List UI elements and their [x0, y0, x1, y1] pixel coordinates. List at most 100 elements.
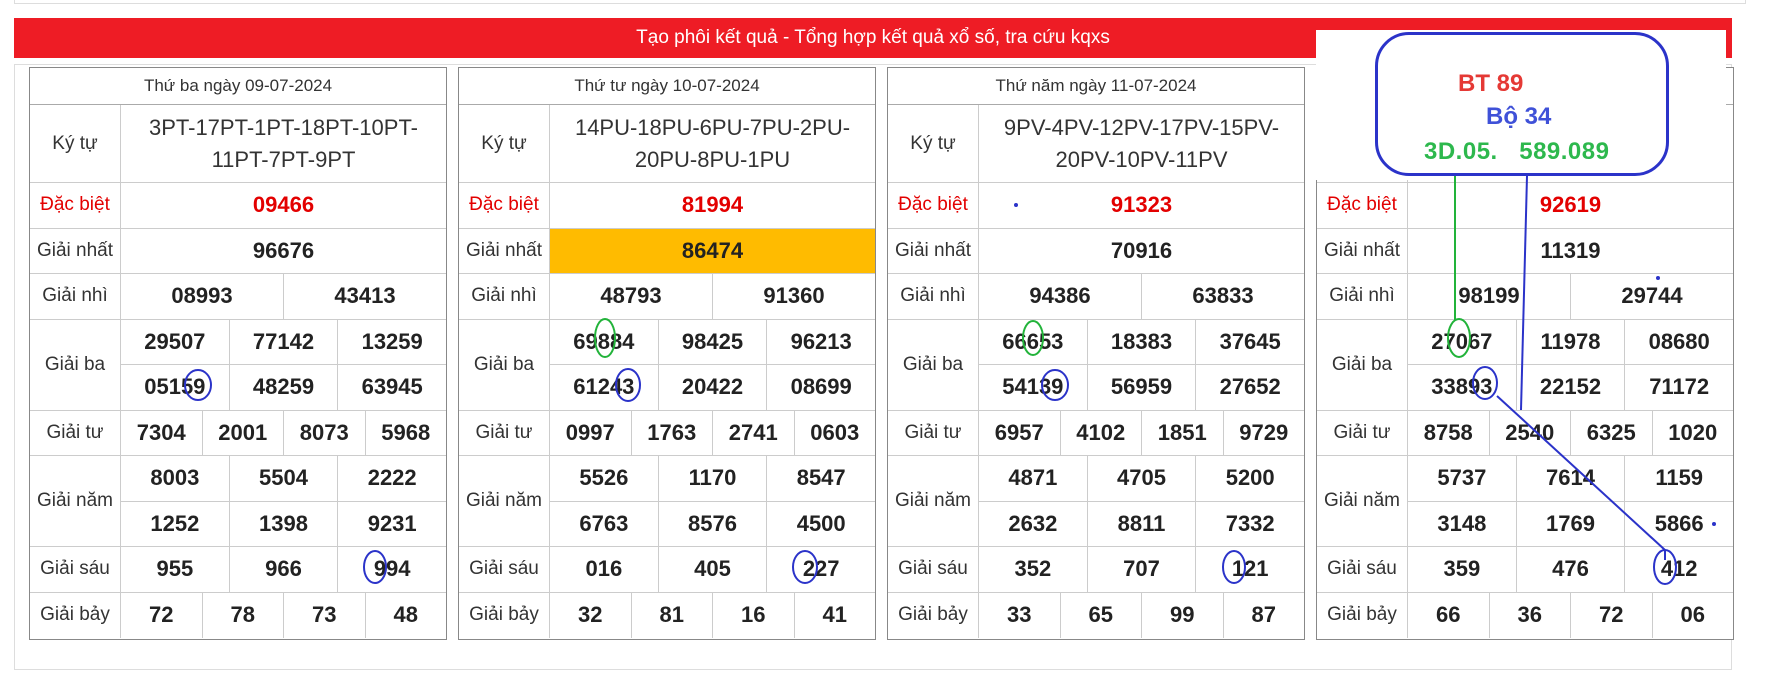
- row-third: Giải ba 69884 98425 96213 61243 20422 08699: [459, 319, 875, 411]
- first-prize: 96676: [252, 237, 315, 263]
- prize-number: 61243: [550, 365, 659, 410]
- label-special: Đặc biệt: [888, 183, 979, 228]
- label-sixth: Giải sáu: [888, 547, 979, 592]
- prize-number: 13259: [361, 328, 423, 354]
- special-prize: 09466: [252, 192, 315, 218]
- prize-number: 29507: [121, 319, 230, 364]
- label-kytu: Ký tự: [30, 105, 121, 182]
- label-third: Giải ba: [888, 319, 979, 410]
- prize-number: 955: [121, 547, 230, 592]
- label-seventh: Giải bảy: [888, 592, 979, 638]
- prize-number: 06: [1680, 602, 1705, 628]
- row-third: Giải ba 66653 18383 37645 54139 56959 27652: [888, 319, 1304, 411]
- prize-number: 16: [713, 592, 795, 638]
- note-line-1: BT 89: [1458, 70, 1524, 97]
- prize-number: 05159: [121, 365, 230, 410]
- prize-number: 41: [822, 602, 847, 628]
- label-fourth: Giải tư: [30, 410, 121, 455]
- prize-number: 5504: [230, 456, 339, 501]
- prize-number: 5526: [550, 456, 659, 501]
- row-sixth: Giải sáu 352 707 121: [888, 547, 1304, 593]
- prize-number: 36: [1490, 592, 1571, 638]
- row-first: Giải nhất 70916: [888, 228, 1304, 274]
- label-special: Đặc biệt: [459, 183, 550, 228]
- row-kytu: Ký tự 3PT-17PT-1PT-18PT-10PT-11PT-7PT-9P…: [30, 105, 446, 183]
- label-first: Giải nhất: [30, 228, 121, 273]
- prize-number: 66: [1408, 592, 1490, 638]
- result-table-day-2: Thứ tư ngày 10-07-2024 Ký tự 14PU-18PU-6…: [458, 67, 876, 640]
- label-kytu: Ký tự: [459, 105, 550, 182]
- label-first: Giải nhất: [888, 228, 979, 273]
- row-special: Đặc biệt 09466: [30, 183, 446, 229]
- prize-number: 994: [373, 556, 411, 582]
- prize-number: 22152: [1517, 365, 1626, 410]
- prize-number: 6763: [550, 501, 659, 546]
- label-third: Giải ba: [1317, 319, 1408, 410]
- row-seventh: Giải bảy 66 36 72 06: [1317, 592, 1733, 638]
- prize-number: 27067: [1408, 319, 1517, 364]
- prize-number: 8758: [1408, 410, 1490, 455]
- code-string: 9PV-4PV-12PV-17PV-15PV-20PV-10PV-11PV: [1003, 114, 1280, 172]
- prize-number: 121: [1231, 556, 1269, 582]
- prize-number: 016: [550, 547, 659, 592]
- label-sixth: Giải sáu: [1317, 547, 1408, 592]
- prize-number: 1252: [121, 501, 230, 546]
- date-header: Thứ tư ngày 10-07-2024: [459, 68, 875, 105]
- prize-number: 352: [979, 547, 1088, 592]
- prize-number: 5737: [1408, 456, 1517, 501]
- prize-number: 7332: [1225, 510, 1275, 536]
- row-second: Giải nhì 08993 43413: [30, 274, 446, 320]
- row-first: Giải nhất 86474: [459, 228, 875, 274]
- prize-number: 91360: [763, 283, 825, 309]
- label-fifth: Giải năm: [888, 456, 979, 546]
- prize-number: 72: [121, 592, 203, 638]
- row-fourth: Giải tư 7304 2001 8073 5968: [30, 410, 446, 456]
- prize-number: 476: [1517, 547, 1626, 592]
- prize-number: 69884: [550, 319, 659, 364]
- label-second: Giải nhì: [888, 274, 979, 319]
- prize-number: 4102: [1061, 410, 1142, 455]
- prize-number: 0997: [550, 410, 632, 455]
- prize-number: 412: [1660, 556, 1698, 582]
- label-special: Đặc biệt: [1317, 183, 1408, 228]
- prize-number: 08993: [121, 274, 284, 319]
- row-sixth: Giải sáu 359 476 412: [1317, 547, 1733, 593]
- first-prize: 70916: [1110, 237, 1173, 263]
- prize-number: 1763: [632, 410, 713, 455]
- row-fifth: Giải năm 5737 7614 1159 3148 1769 5866: [1317, 456, 1733, 547]
- prize-number: 29744: [1621, 283, 1683, 309]
- note-line-3: 3D.05. 589.089: [1424, 138, 1610, 165]
- prize-number: 9729: [1239, 419, 1289, 445]
- row-second: Giải nhì 48793 91360: [459, 274, 875, 320]
- row-special: Đặc biệt 91323: [888, 183, 1304, 229]
- row-third: Giải ba 27067 11978 08680 33893 22152 71172: [1317, 319, 1733, 411]
- row-fourth: Giải tư 0997 1763 2741 0603: [459, 410, 875, 456]
- code-string: 3PT-17PT-1PT-18PT-10PT-11PT-7PT-9PT: [148, 114, 418, 172]
- prize-number: 98199: [1408, 274, 1571, 319]
- label-sixth: Giải sáu: [30, 547, 121, 592]
- prize-number: 5968: [381, 419, 431, 445]
- result-table-day-3: Thứ năm ngày 11-07-2024 Ký tự 9PV-4PV-12…: [887, 67, 1305, 640]
- prize-number: 81: [632, 592, 713, 638]
- date-header: Thứ năm ngày 11-07-2024: [888, 68, 1304, 105]
- prize-number: 08680: [1648, 328, 1710, 354]
- prize-number: 4705: [1088, 456, 1197, 501]
- prize-number: 94386: [979, 274, 1142, 319]
- prize-number: 8576: [659, 501, 768, 546]
- prize-number: 966: [230, 547, 339, 592]
- label-first: Giải nhất: [1317, 228, 1408, 273]
- label-seventh: Giải bảy: [459, 592, 550, 638]
- prize-number: 98425: [659, 319, 768, 364]
- row-kytu: Ký tự 9PV-4PV-12PV-17PV-15PV-20PV-10PV-1…: [888, 105, 1304, 183]
- row-fifth: Giải năm 4871 4705 5200 2632 8811 7332: [888, 456, 1304, 547]
- prize-number: 33: [979, 592, 1061, 638]
- first-prize: 86474: [550, 228, 875, 273]
- prize-number: 63945: [361, 374, 423, 400]
- prize-number: 1020: [1668, 419, 1718, 445]
- prize-number: 48: [393, 602, 418, 628]
- prize-number: 27652: [1219, 374, 1281, 400]
- row-fourth: Giải tư 6957 4102 1851 9729: [888, 410, 1304, 456]
- row-sixth: Giải sáu 016 405 227: [459, 547, 875, 593]
- prize-number: 4871: [979, 456, 1088, 501]
- row-seventh: Giải bảy 33 65 99 87: [888, 592, 1304, 638]
